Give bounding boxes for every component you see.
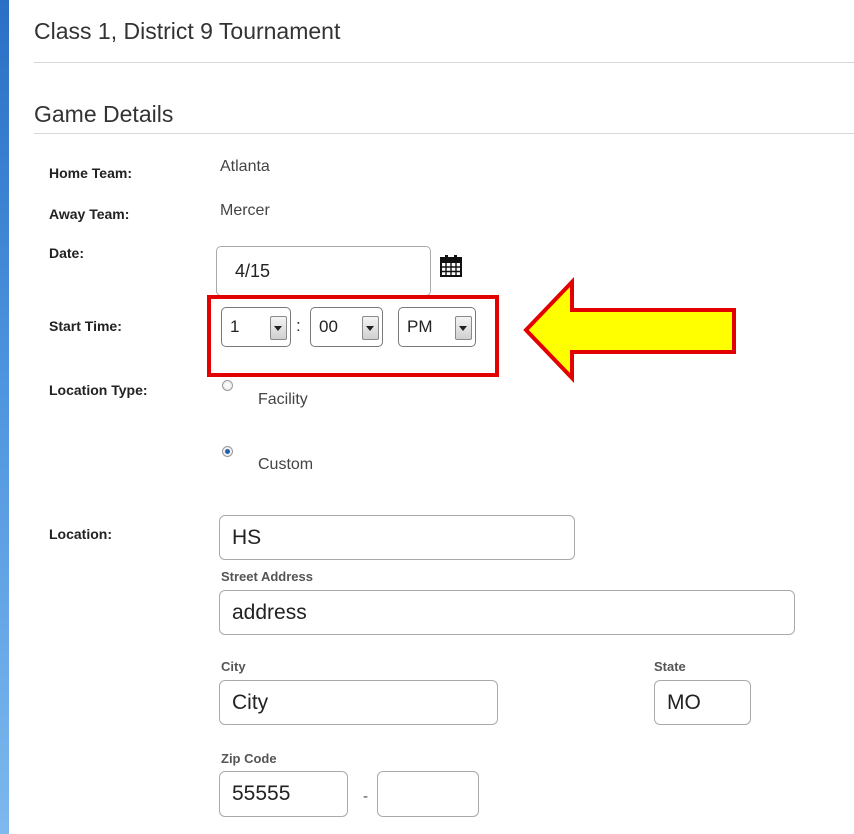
zip-extension-input[interactable] — [377, 771, 479, 817]
home-team-value: Atlanta — [220, 158, 270, 175]
zip-code-value: 55555 — [232, 782, 291, 805]
location-value: HS — [232, 525, 262, 549]
away-team-label: Away Team: — [49, 206, 130, 222]
facility-radio[interactable] — [222, 380, 233, 391]
location-type-label: Location Type: — [49, 382, 148, 398]
away-team-value: Mercer — [220, 202, 270, 219]
zip-code-label: Zip Code — [221, 751, 277, 766]
street-address-label: Street Address — [221, 569, 313, 584]
start-time-label: Start Time: — [49, 318, 122, 334]
home-team-label: Home Team: — [49, 165, 132, 181]
custom-radio[interactable] — [222, 446, 233, 457]
calendar-icon[interactable] — [439, 254, 463, 278]
location-input[interactable]: HS — [219, 515, 575, 560]
date-value: 4/15 — [235, 260, 271, 281]
facility-label: Facility — [258, 391, 308, 408]
city-label: City — [221, 659, 246, 674]
date-label: Date: — [49, 245, 85, 261]
custom-label: Custom — [258, 456, 314, 473]
city-value: City — [232, 690, 269, 714]
arrow-annotation — [523, 277, 736, 383]
date-input[interactable]: 4/15 — [216, 246, 431, 296]
left-accent-bar — [0, 0, 9, 834]
zip-code-input[interactable]: 55555 — [219, 771, 348, 817]
state-value: MO — [667, 690, 701, 714]
title-divider — [34, 62, 854, 63]
street-address-value: address — [232, 600, 307, 624]
section-title: Game Details — [34, 101, 174, 127]
page-title: Class 1, District 9 Tournament — [34, 18, 341, 44]
location-label: Location: — [49, 526, 112, 542]
state-input[interactable]: MO — [654, 680, 751, 725]
zip-separator: - — [363, 788, 368, 805]
street-address-input[interactable]: address — [219, 590, 795, 635]
state-label: State — [654, 659, 686, 674]
highlight-box — [207, 295, 499, 377]
city-input[interactable]: City — [219, 680, 498, 725]
section-divider — [34, 133, 854, 134]
